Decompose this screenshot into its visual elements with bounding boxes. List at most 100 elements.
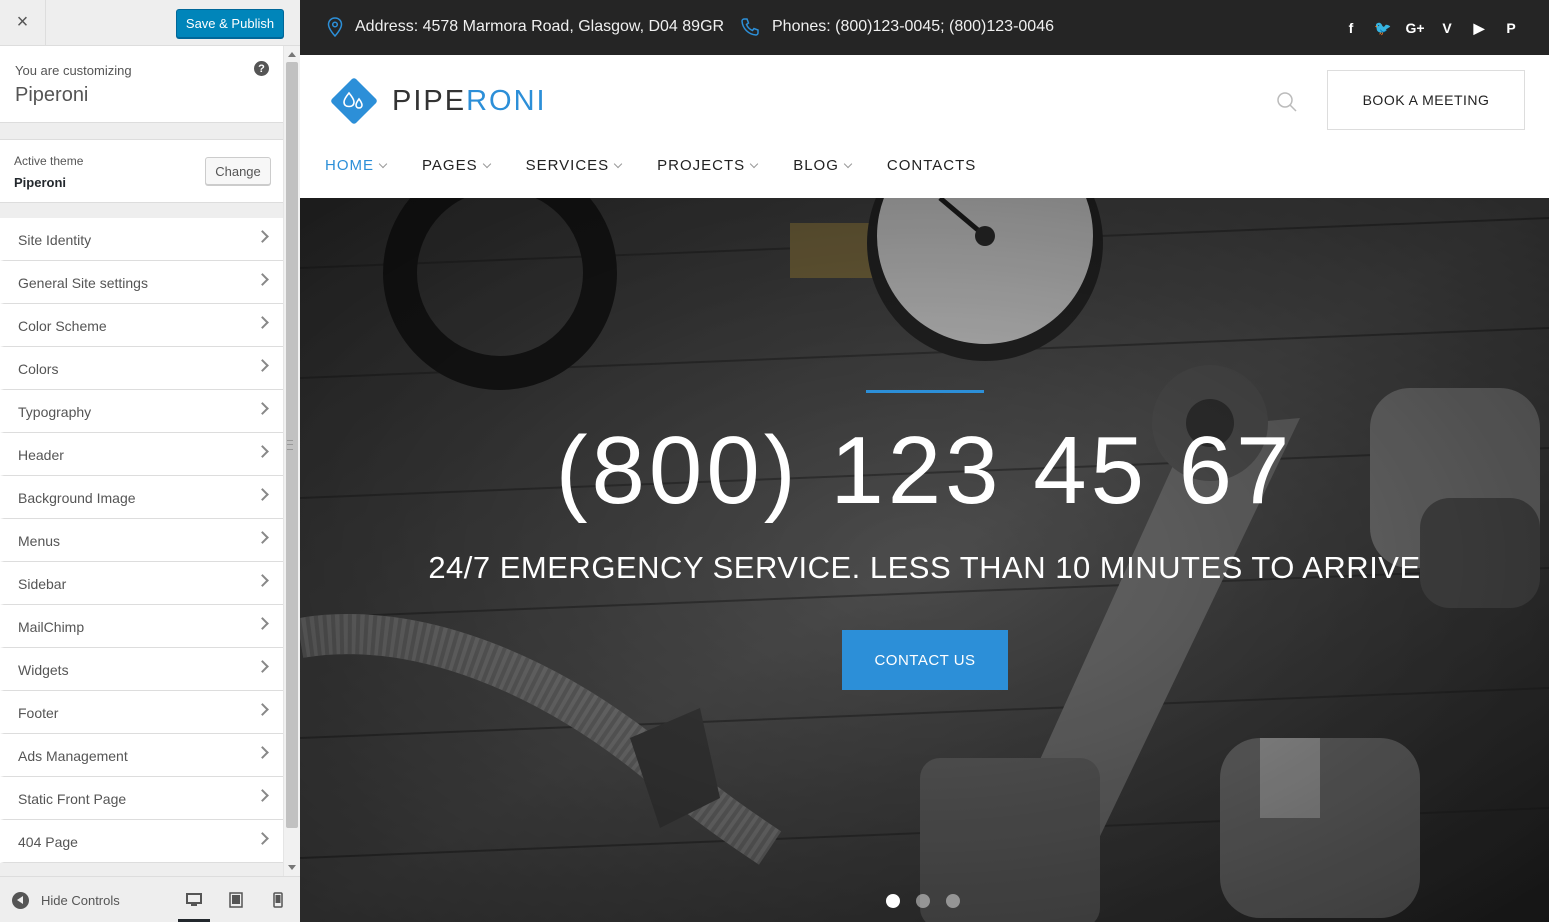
chevron-right-icon [256, 402, 269, 415]
customizer-panel: × Save & Publish You are customizing Pip… [0, 0, 300, 922]
customizer-header: × Save & Publish [0, 0, 300, 46]
logo-text-part1: PIPE [392, 84, 467, 117]
section-item[interactable]: Menus [0, 519, 283, 562]
nav-item-projects[interactable]: PROJECTS [657, 157, 759, 174]
nav-item-label: BLOG [793, 157, 839, 174]
chevron-right-icon [256, 316, 269, 329]
site-preview: Address: 4578 Marmora Road, Glasgow, D04… [300, 0, 1549, 922]
section-item[interactable]: Ads Management [0, 734, 283, 777]
desktop-preview-button[interactable] [178, 887, 210, 922]
section-label: Sidebar [18, 576, 67, 592]
section-label: Typography [18, 404, 92, 420]
book-meeting-button[interactable]: BOOK A MEETING [1327, 70, 1525, 130]
chevron-right-icon [256, 660, 269, 673]
tablet-preview-button[interactable] [220, 887, 252, 922]
customizer-controls: You are customizing Piperoni ? Active th… [0, 46, 283, 876]
section-item[interactable]: MailChimp [0, 605, 283, 648]
chevron-down-icon [378, 159, 388, 168]
nav-item-home[interactable]: HOME [325, 157, 388, 174]
nav-item-services[interactable]: SERVICES [526, 157, 623, 174]
section-label: Site Identity [18, 232, 92, 248]
section-item[interactable]: General Site settings [0, 261, 283, 304]
hero-phone-number: (800) 123 45 67 [555, 417, 1294, 524]
chevron-down-icon [482, 159, 491, 168]
section-label: Color Scheme [18, 318, 107, 334]
change-theme-button[interactable]: Change [205, 157, 271, 185]
google-plus-icon[interactable]: G+ [1399, 19, 1431, 37]
youtube-icon[interactable]: ▶ [1463, 19, 1495, 37]
phones-text: Phones: (800)123-0045; (800)123-0046 [772, 18, 1054, 35]
section-item[interactable]: Site Identity [0, 218, 283, 261]
section-label: Ads Management [18, 748, 128, 764]
hero-subtitle: 24/7 EMERGENCY SERVICE. LESS THAN 10 MIN… [428, 550, 1421, 585]
map-pin-icon [327, 17, 343, 37]
nav-item-label: PAGES [422, 157, 478, 174]
nav-item-label: PROJECTS [657, 157, 746, 174]
main-navigation: HOME PAGES SERVICES PROJECTS BLOG CONTACTS [325, 157, 1012, 174]
social-links: f 🐦 G+ V ▶ P [1335, 19, 1527, 37]
address-info: Address: 4578 Marmora Road, Glasgow, D04… [327, 17, 724, 37]
customizer-footer: Hide Controls [0, 876, 300, 922]
chevron-right-icon [256, 359, 269, 372]
hero-slider: (800) 123 45 67 24/7 EMERGENCY SERVICE. … [300, 198, 1549, 922]
customizing-info: You are customizing Piperoni ? [0, 46, 283, 123]
vimeo-icon[interactable]: V [1431, 19, 1463, 37]
section-label: Footer [18, 705, 59, 721]
nav-item-contacts[interactable]: CONTACTS [887, 157, 976, 174]
section-item[interactable]: Colors [0, 347, 283, 390]
section-item[interactable]: Footer [0, 691, 283, 734]
facebook-icon[interactable]: f [1335, 19, 1367, 37]
scroll-up-arrow[interactable] [288, 52, 296, 57]
pinterest-icon[interactable]: P [1495, 19, 1527, 37]
section-label: Widgets [18, 662, 69, 678]
section-item[interactable]: 404 Page [0, 820, 283, 863]
hide-controls-button[interactable]: Hide Controls [12, 892, 120, 909]
section-item[interactable]: Sidebar [0, 562, 283, 605]
section-label: Background Image [18, 490, 136, 506]
nav-item-label: HOME [325, 157, 374, 174]
phone-icon [741, 18, 759, 36]
hide-controls-label: Hide Controls [41, 893, 120, 908]
address-text: Address: 4578 Marmora Road, Glasgow, D04… [355, 18, 725, 35]
active-theme-section: Active theme Piperoni Change [0, 139, 283, 203]
scroll-down-arrow[interactable] [288, 865, 296, 870]
section-item[interactable]: Header [0, 433, 283, 476]
chevron-right-icon [256, 230, 269, 243]
section-item[interactable]: Widgets [0, 648, 283, 691]
section-item[interactable]: Static Front Page [0, 777, 283, 820]
section-list: Site Identity General Site settings Color … [0, 218, 283, 863]
contact-us-button[interactable]: CONTACT US [842, 630, 1008, 690]
close-icon[interactable]: × [0, 0, 46, 45]
nav-item-blog[interactable]: BLOG [793, 157, 853, 174]
section-item[interactable]: Background Image [0, 476, 283, 519]
phone-info: Phones: (800)123-0045; (800)123-0046 [740, 17, 1054, 37]
slider-dot[interactable] [886, 894, 900, 908]
nav-item-pages[interactable]: PAGES [422, 157, 491, 174]
chevron-down-icon [843, 159, 853, 168]
top-bar: Address: 4578 Marmora Road, Glasgow, D04… [300, 0, 1549, 55]
mobile-preview-button[interactable] [262, 887, 294, 922]
mobile-icon [273, 892, 283, 908]
section-item[interactable]: Typography [0, 390, 283, 433]
section-label: Colors [18, 361, 59, 377]
chevron-right-icon [256, 789, 269, 802]
slider-dot[interactable] [946, 894, 960, 908]
section-label: Static Front Page [18, 791, 127, 807]
slider-dot[interactable] [916, 894, 930, 908]
section-label: Menus [18, 533, 61, 549]
scrollbar[interactable] [283, 46, 300, 876]
chevron-right-icon [256, 488, 269, 501]
save-publish-button[interactable]: Save & Publish [176, 9, 284, 38]
chevron-right-icon [256, 746, 269, 759]
site-title: Piperoni [15, 84, 89, 106]
section-item[interactable]: Color Scheme [0, 304, 283, 347]
chevron-right-icon [256, 617, 269, 630]
site-header: PIPERONI BOOK A MEETING HOME PAGES SERVICE… [300, 55, 1549, 198]
chevron-right-icon [256, 445, 269, 458]
twitter-icon[interactable]: 🐦 [1367, 19, 1399, 37]
slider-pagination [886, 894, 976, 908]
resize-handle[interactable] [287, 440, 293, 450]
search-button[interactable] [1276, 91, 1298, 118]
help-icon[interactable]: ? [254, 61, 269, 76]
site-logo[interactable]: PIPERONI [328, 75, 547, 127]
